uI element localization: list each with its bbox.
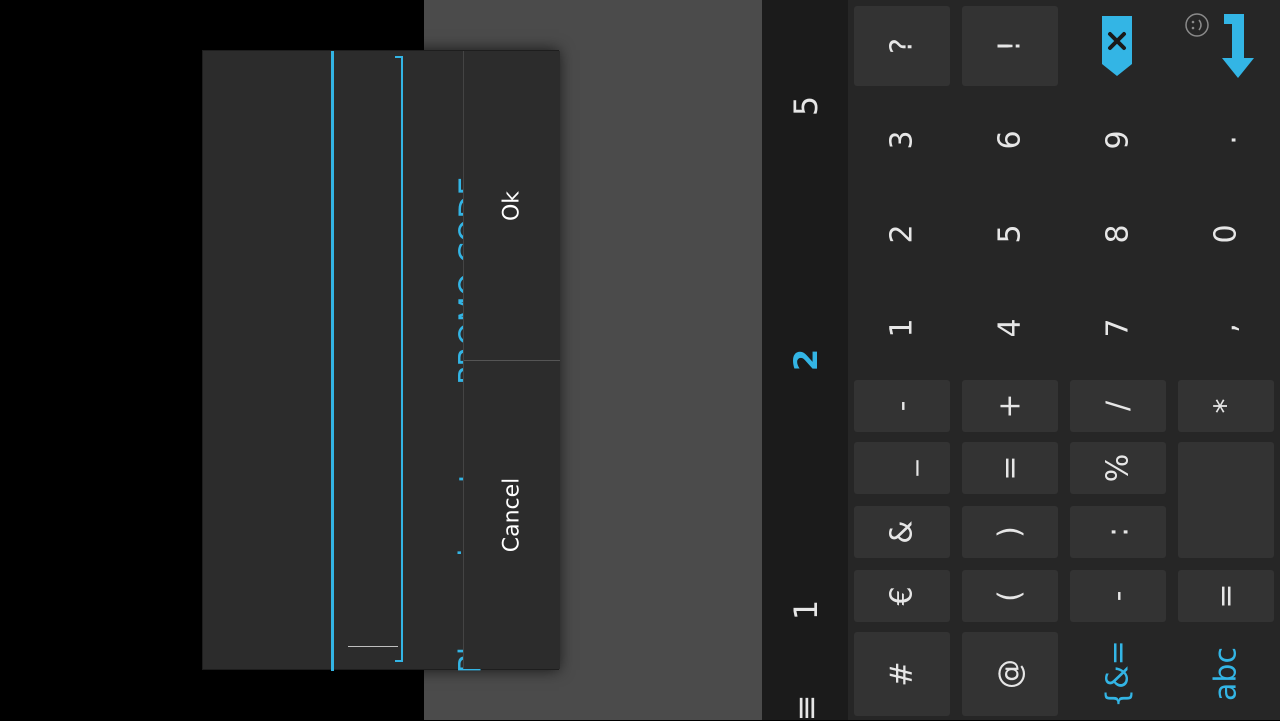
key-label: !: [992, 39, 1028, 53]
key-label: .: [1208, 135, 1244, 145]
key-hyphen[interactable]: -: [1070, 570, 1166, 622]
key-1[interactable]: 1: [854, 284, 950, 372]
suggestions-menu[interactable]: ≡: [787, 695, 825, 721]
key-9[interactable]: 9: [1070, 96, 1166, 184]
collapse-keyboard-key[interactable]: [1178, 8, 1278, 88]
key-7[interactable]: 7: [1070, 284, 1166, 372]
key-label: @: [992, 659, 1028, 689]
key-label: 2: [884, 224, 920, 244]
close-keyboard-key[interactable]: [1084, 10, 1148, 82]
suggestion-strip: 5 2 1 ≡: [762, 0, 848, 721]
dialog-buttons: Ok Cancel: [463, 51, 560, 669]
collapse-arrow-icon: [1222, 14, 1254, 78]
promo-code-input[interactable]: [343, 56, 405, 662]
key-label: +: [992, 393, 1028, 419]
key-label: 0: [1208, 224, 1244, 244]
key-double-equals[interactable]: =: [1178, 570, 1274, 622]
key-ampersand[interactable]: &: [854, 506, 950, 558]
key-hash[interactable]: #: [854, 632, 950, 716]
key-0[interactable]: 0: [1178, 190, 1274, 278]
key-2[interactable]: 2: [854, 190, 950, 278]
key-label: 9: [1100, 130, 1136, 150]
key-blank[interactable]: [1178, 442, 1274, 558]
key-label: -: [884, 400, 920, 412]
abc-key[interactable]: abc: [1178, 632, 1274, 716]
key-label: 8: [1100, 224, 1136, 244]
more-symbols-key[interactable]: {&=: [1070, 632, 1166, 716]
key-label: =: [992, 455, 1028, 481]
suggestion-2[interactable]: 2: [787, 349, 825, 371]
key-6[interactable]: 6: [962, 96, 1058, 184]
suggestion-3[interactable]: 1: [787, 600, 825, 620]
key-label: #: [884, 661, 920, 687]
key-plus[interactable]: +: [962, 380, 1058, 432]
key-3[interactable]: 3: [854, 96, 950, 184]
key-label: (: [992, 590, 1028, 602]
title-divider: [331, 51, 334, 671]
key-label: =: [1208, 583, 1244, 609]
key-slash[interactable]: /: [1070, 380, 1166, 432]
emoji-icon: [1185, 13, 1209, 37]
text-cursor: [348, 646, 398, 647]
key-comma[interactable]: ,: [1178, 284, 1274, 372]
key-8[interactable]: 8: [1070, 190, 1166, 278]
ok-button[interactable]: Ok: [464, 51, 560, 361]
key-5[interactable]: 5: [962, 190, 1058, 278]
key-label: :: [1100, 526, 1136, 538]
promo-code-dialog: Please, insert your PROMO CODE Ok Cancel: [202, 50, 560, 673]
key-equals[interactable]: =: [962, 442, 1058, 494]
key-label: 6: [992, 130, 1028, 150]
key-period[interactable]: .: [1178, 96, 1274, 184]
key-at[interactable]: @: [962, 632, 1058, 716]
key-label: 4: [992, 318, 1028, 338]
symbol-keyboard: ? ! 3 6 9 . 2 5 8 0 1 4 7 , - + / * _ = …: [848, 0, 1280, 720]
key-minus[interactable]: -: [854, 380, 950, 432]
key-4[interactable]: 4: [962, 284, 1058, 372]
key-label: {&=: [1100, 640, 1136, 708]
key-asterisk[interactable]: *: [1178, 380, 1274, 432]
key-close-paren[interactable]: ): [962, 506, 1058, 558]
input-underline: [401, 56, 403, 662]
cancel-button[interactable]: Cancel: [464, 361, 560, 669]
ok-button-label: Ok: [499, 190, 525, 221]
key-label: 1: [884, 318, 920, 338]
key-open-paren[interactable]: (: [962, 570, 1058, 622]
key-label: *: [1208, 398, 1244, 414]
key-underscore[interactable]: _: [854, 442, 950, 494]
key-label: /: [1100, 400, 1136, 412]
key-euro[interactable]: €: [854, 570, 950, 622]
suggestion-1[interactable]: 5: [787, 96, 825, 116]
key-label: %: [1100, 453, 1136, 483]
key-label: abc: [1208, 647, 1244, 701]
key-percent[interactable]: %: [1070, 442, 1166, 494]
key-label: ?: [884, 38, 920, 54]
key-label: &: [884, 520, 920, 544]
key-exclamation[interactable]: !: [962, 6, 1058, 86]
key-label: 5: [992, 224, 1028, 244]
key-label: ): [992, 526, 1028, 538]
key-colon[interactable]: :: [1070, 506, 1166, 558]
key-label: €: [884, 586, 920, 606]
key-label: 7: [1100, 318, 1136, 338]
key-label: -: [1100, 590, 1136, 602]
key-label: 3: [884, 130, 920, 150]
cancel-button-label: Cancel: [499, 477, 525, 553]
key-question[interactable]: ?: [854, 6, 950, 86]
key-label: ,: [1208, 323, 1244, 333]
close-icon: [1102, 16, 1132, 76]
key-label: _: [884, 460, 920, 476]
